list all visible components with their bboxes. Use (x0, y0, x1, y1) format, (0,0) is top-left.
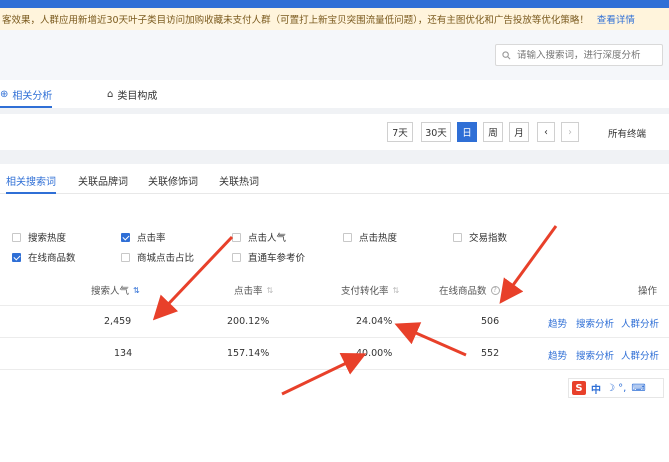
filter-click-popularity[interactable]: 点击人气 (232, 230, 286, 244)
tab-label: 类目构成 (117, 90, 158, 102)
tab-label: 相关分析 (12, 90, 53, 102)
checkbox[interactable] (12, 232, 21, 242)
cell-online-items: 552 (481, 348, 500, 359)
filter-mall-click-share[interactable]: 商城点击占比 (121, 250, 194, 264)
filter-click-heat[interactable]: 点击热度 (343, 230, 397, 244)
table-row: 134 157.14% 40.00% 552 趋势 搜索分析 人群分析 (0, 338, 669, 370)
cell-conversion: 24.04% (356, 316, 393, 327)
ime-mode[interactable]: 中 (591, 381, 601, 396)
association-tabs: 相关搜索词 关联品牌词 关联修饰词 关联热词 (0, 164, 669, 194)
search-box[interactable] (495, 44, 663, 66)
date-week-button[interactable]: 周 (483, 122, 503, 142)
search-row (0, 30, 669, 80)
tab-category-composition[interactable]: ⌂ 类目构成 (107, 85, 157, 103)
metric-filters: 搜索热度 点击率 点击人气 点击热度 交易指数 在线商品数 商城点击占比 直通车… (0, 194, 669, 270)
notice-banner: 客效果，人群应用新增近30天叶子类目访问加购收藏未支付人群（可置打上新宝贝突围流… (0, 8, 669, 30)
cell-ctr: 157.14% (227, 348, 270, 359)
checkbox[interactable] (453, 232, 462, 242)
checkbox[interactable] (232, 252, 241, 262)
column-conversion[interactable]: 支付转化率 ⇅ (341, 283, 400, 298)
date-prev-button[interactable]: ‹ (537, 122, 555, 142)
table-header: 搜索人气 ⇅ 点击率 ⇅ 支付转化率 ⇅ 在线商品数? ⇅ 操作 (0, 270, 669, 306)
ime-symbols[interactable]: ☽ °, (606, 383, 626, 394)
search-input[interactable] (517, 49, 657, 61)
date-next-button[interactable]: › (561, 122, 579, 142)
top-app-bar (0, 0, 669, 8)
column-online-items[interactable]: 在线商品数? ⇅ (439, 283, 510, 297)
notice-details-link[interactable]: 查看详情 (597, 12, 635, 26)
checkbox[interactable] (232, 232, 241, 242)
table-row: 2,459 200.12% 24.04% 506 趋势 搜索分析 人群分析 (0, 306, 669, 338)
date-selector-row: 7天 30天 日 周 月 ‹ › 所有终端 (0, 114, 669, 150)
tab-related-search-words[interactable]: 相关搜索词 (6, 173, 56, 194)
cell-conversion: 40.00% (356, 348, 393, 359)
category-icon: ⌂ (107, 88, 114, 100)
filter-search-heat[interactable]: 搜索热度 (12, 230, 66, 244)
ime-toolbar[interactable]: S 中 ☽ °, ⌨ (568, 378, 664, 398)
analysis-icon: ⊕ (0, 88, 9, 100)
checkbox[interactable] (121, 252, 130, 262)
filter-trade-index[interactable]: 交易指数 (453, 230, 507, 244)
help-icon[interactable]: ? (490, 285, 500, 295)
date-7-days-button[interactable]: 7天 (387, 122, 413, 142)
tab-brand-words[interactable]: 关联品牌词 (78, 173, 128, 188)
search-analysis-link[interactable]: 搜索分析 (576, 316, 614, 330)
column-actions: 操作 (638, 286, 658, 297)
notice-text: 客效果，人群应用新增近30天叶子类目访问加购收藏未支付人群（可置打上新宝贝突围流… (2, 15, 589, 26)
tab-related-analysis[interactable]: ⊕ 相关分析 (0, 85, 53, 108)
filter-ztc-ref-price[interactable]: 直通车参考价 (232, 250, 305, 264)
checkbox[interactable] (121, 232, 130, 242)
ime-logo: S (572, 381, 586, 395)
tab-modifier-words[interactable]: 关联修饰词 (148, 173, 198, 188)
cell-search-popularity: 2,459 (104, 316, 132, 327)
analysis-tabs: ⊕ 相关分析 ⌂ 类目构成 (0, 80, 669, 108)
checkbox[interactable] (343, 232, 352, 242)
terminal-select[interactable]: 所有终端 (608, 126, 646, 140)
sort-icon[interactable]: ⇅ (504, 286, 511, 295)
filter-online-items[interactable]: 在线商品数 (12, 250, 76, 264)
trend-link[interactable]: 趋势 (548, 348, 567, 362)
cell-ctr: 200.12% (227, 316, 270, 327)
cell-online-items: 506 (481, 316, 500, 327)
search-analysis-link[interactable]: 搜索分析 (576, 348, 614, 362)
keyboard-icon[interactable]: ⌨ (631, 383, 645, 394)
date-30-days-button[interactable]: 30天 (421, 122, 451, 142)
tab-hot-words[interactable]: 关联热词 (219, 173, 259, 188)
trend-link[interactable]: 趋势 (548, 316, 567, 330)
sort-icon[interactable]: ⇅ (393, 286, 400, 295)
crowd-analysis-link[interactable]: 人群分析 (621, 348, 659, 362)
sort-icon[interactable]: ⇅ (267, 286, 274, 295)
divider (0, 150, 669, 164)
crowd-analysis-link[interactable]: 人群分析 (621, 316, 659, 330)
checkbox[interactable] (12, 252, 21, 262)
search-icon (502, 50, 511, 59)
filter-ctr[interactable]: 点击率 (121, 230, 166, 244)
sort-icon[interactable]: ⇅ (133, 286, 140, 295)
column-ctr[interactable]: 点击率 ⇅ (234, 283, 274, 298)
date-day-button[interactable]: 日 (457, 122, 477, 142)
date-month-button[interactable]: 月 (509, 122, 529, 142)
terminal-select-value: 所有终端 (608, 129, 647, 140)
column-search-popularity[interactable]: 搜索人气 ⇅ (91, 283, 140, 298)
cell-search-popularity: 134 (114, 348, 133, 359)
